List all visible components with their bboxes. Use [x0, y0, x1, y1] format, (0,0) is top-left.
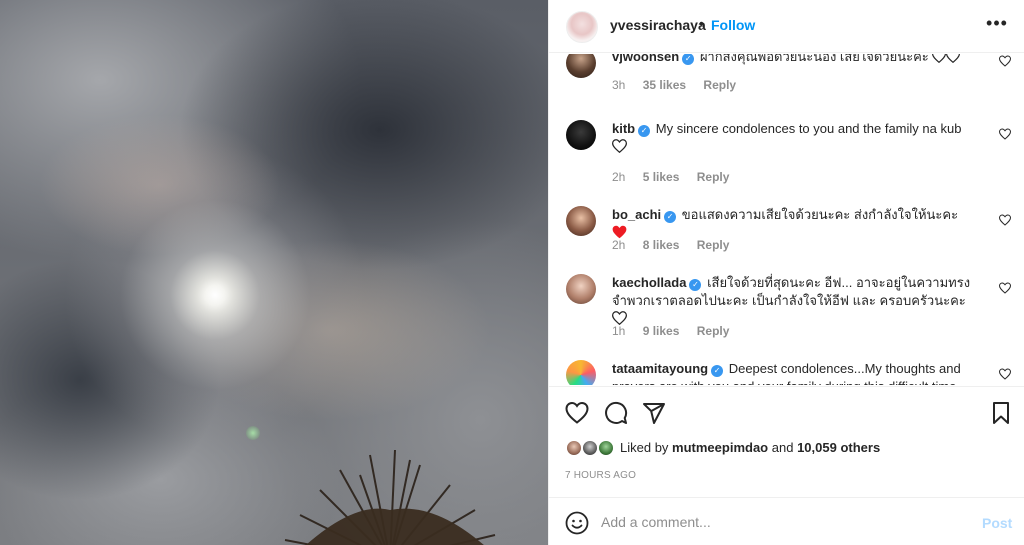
verified-badge-icon: ✓	[664, 211, 677, 223]
comment-meta: 1h 9 likes Reply	[612, 324, 743, 338]
heart-icon[interactable]	[565, 401, 589, 425]
liked-by: Liked by mutmeepimdao and 10,059 others	[549, 436, 1024, 460]
comment-like-heart-icon[interactable]	[999, 214, 1011, 226]
comment-like-heart-icon[interactable]	[999, 128, 1011, 140]
commenter-username[interactable]: kaechollada	[612, 275, 686, 290]
author-username[interactable]: yvessirachaya	[610, 17, 706, 33]
commenter-avatar[interactable]	[566, 274, 596, 304]
reply-button[interactable]: Reply	[697, 238, 730, 252]
comment-input[interactable]	[601, 512, 961, 532]
comment-like-heart-icon[interactable]	[999, 55, 1011, 67]
comment-likes[interactable]: 8 likes	[643, 238, 680, 252]
comment-text-block: tataamitayoung ✓ Deepest condolences...My…	[612, 360, 972, 385]
palm-silhouette	[284, 449, 496, 545]
liked-by-user[interactable]: mutmeepimdao	[672, 440, 768, 455]
more-icon[interactable]: •••	[986, 14, 1008, 36]
heart-outline-icon	[612, 311, 627, 325]
commenter-avatar[interactable]	[566, 360, 596, 385]
comments-list[interactable]: vjwoonsen ✓ ฝากส่งคุณพ่อด้วยนะน้อง เสียใจ…	[549, 54, 1024, 385]
comment-meta: 2h 8 likes Reply	[612, 238, 743, 252]
comment-text-block: kitb ✓ My sincere condolences to you and …	[612, 120, 972, 156]
commenter-username[interactable]: kitb	[612, 121, 635, 136]
verified-badge-icon: ✓	[682, 54, 695, 65]
reply-button[interactable]: Reply	[697, 170, 730, 184]
comment-likes[interactable]: 9 likes	[643, 324, 680, 338]
comment-time[interactable]: 2h	[612, 238, 625, 252]
comment-like-heart-icon[interactable]	[999, 368, 1011, 380]
heart-outline-icon	[932, 54, 947, 63]
comment-body: My sincere condolences to you and the fa…	[655, 121, 962, 136]
post-button[interactable]: Post	[982, 515, 1012, 531]
commenter-username[interactable]: tataamitayoung	[612, 361, 708, 376]
commenter-username[interactable]: bo_achi	[612, 207, 661, 222]
comment-body: ฝากส่งคุณพ่อด้วยนะน้อง เสียใจด้วยนะคะ	[699, 54, 929, 64]
action-bar	[549, 386, 1024, 436]
follow-button[interactable]: Follow	[711, 17, 755, 33]
heart-outline-icon	[946, 54, 961, 63]
heart-outline-icon	[612, 139, 627, 153]
emoji-icon[interactable]	[565, 511, 589, 535]
commenter-avatar[interactable]	[566, 54, 596, 78]
reply-button[interactable]: Reply	[697, 324, 730, 338]
comment-body: ขอแสดงความเสียใจด้วยนะคะ ส่งกำลังใจให้นะ…	[681, 207, 959, 222]
comment-text-block: bo_achi ✓ ขอแสดงความเสียใจด้วยนะคะ ส่งกำล…	[612, 206, 972, 242]
liked-by-prefix: Liked by	[620, 440, 669, 455]
header-separator: •	[699, 15, 704, 31]
comment-text-block: kaechollada ✓ เสียใจด้วยที่สุดนะคะ อีฟ...…	[612, 274, 977, 328]
red-heart-icon	[612, 225, 627, 239]
verified-badge-icon: ✓	[638, 125, 651, 137]
bookmark-icon[interactable]	[989, 401, 1013, 425]
verified-badge-icon: ✓	[689, 279, 702, 291]
comment-meta: 2h 5 likes Reply	[612, 170, 743, 184]
post-timestamp[interactable]: 7 HOURS AGO	[565, 470, 636, 481]
comment-like-heart-icon[interactable]	[999, 282, 1011, 294]
comment-time[interactable]: 2h	[612, 170, 625, 184]
comment-time[interactable]: 1h	[612, 324, 625, 338]
post-header: yvessirachaya • Follow •••	[549, 0, 1024, 53]
comment-likes[interactable]: 5 likes	[643, 170, 680, 184]
liker-avatar[interactable]	[597, 439, 615, 457]
liked-by-others[interactable]: 10,059 others	[797, 440, 880, 455]
comment-text-block: vjwoonsen ✓ ฝากส่งคุณพ่อด้วยนะน้อง เสียใจ…	[612, 54, 972, 66]
liked-by-text: Liked by mutmeepimdao and 10,059 others	[620, 440, 880, 455]
post-panel: yvessirachaya • Follow ••• vjwoonsen ✓ ฝา…	[548, 0, 1024, 545]
verified-badge-icon: ✓	[711, 365, 724, 377]
author-avatar[interactable]	[566, 11, 598, 43]
commenter-username[interactable]: vjwoonsen	[612, 54, 679, 64]
comment-meta: 3h 35 likes Reply	[612, 78, 750, 92]
post-photo[interactable]	[0, 0, 548, 545]
share-icon[interactable]	[642, 401, 666, 425]
comment-likes[interactable]: 35 likes	[643, 78, 686, 92]
lens-flare	[246, 426, 260, 440]
reply-button[interactable]: Reply	[703, 78, 736, 92]
commenter-avatar[interactable]	[566, 206, 596, 236]
comment-time[interactable]: 3h	[612, 78, 625, 92]
comment-icon[interactable]	[604, 401, 628, 425]
liked-by-and: and	[771, 440, 794, 455]
add-comment-bar: Post	[549, 497, 1024, 545]
commenter-avatar[interactable]	[566, 120, 596, 150]
